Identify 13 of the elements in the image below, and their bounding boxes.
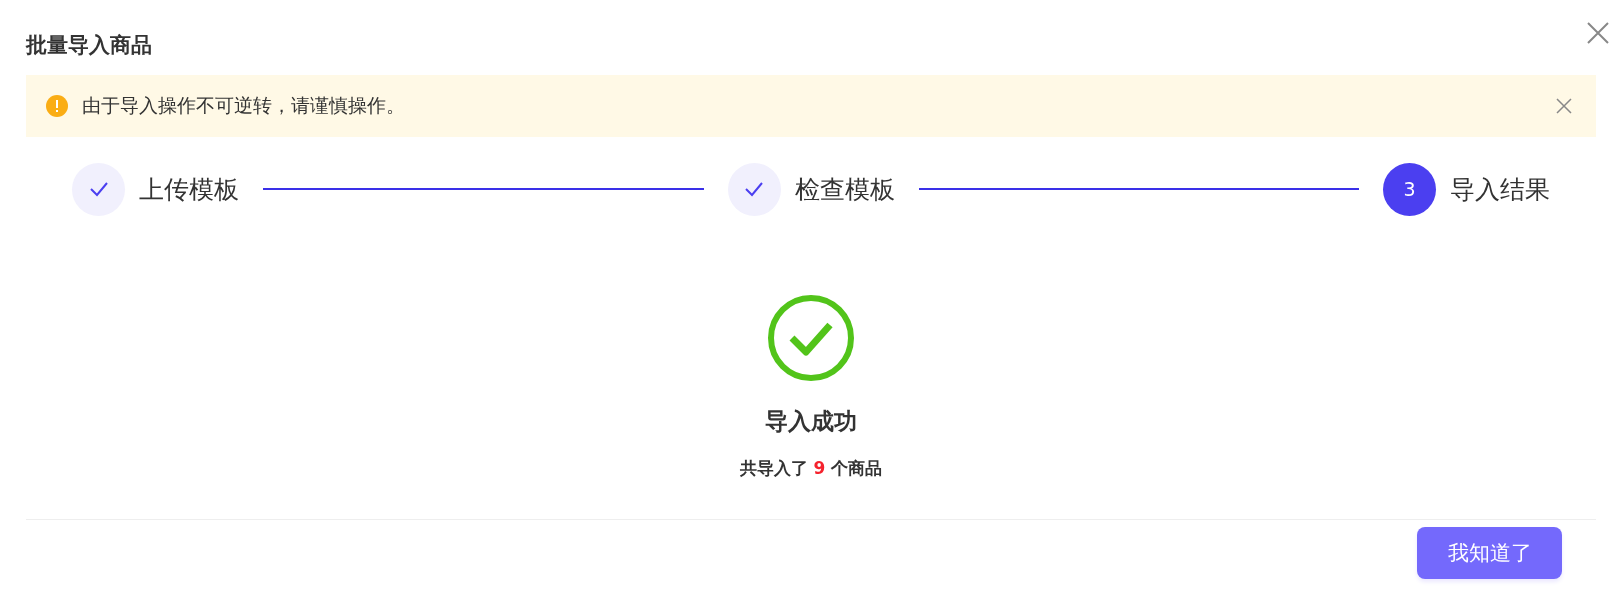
close-icon[interactable] [1586, 20, 1610, 45]
confirm-button[interactable]: 我知道了 [1417, 527, 1562, 579]
step-label: 上传模板 [139, 173, 239, 206]
step-label: 导入结果 [1450, 173, 1550, 206]
result-title: 导入成功 [765, 407, 857, 436]
result-summary: 共导入了 9 个商品 [739, 457, 883, 480]
step-number: 3 [1383, 162, 1436, 216]
step-label: 检查模板 [794, 173, 895, 206]
warning-icon [46, 95, 68, 117]
alert-text: 由于导入操作不可逆转，请谨慎操作。 [82, 93, 406, 118]
close-icon[interactable] [1556, 98, 1572, 114]
success-icon [767, 294, 855, 382]
dialog-title: 批量导入商品 [26, 31, 152, 59]
